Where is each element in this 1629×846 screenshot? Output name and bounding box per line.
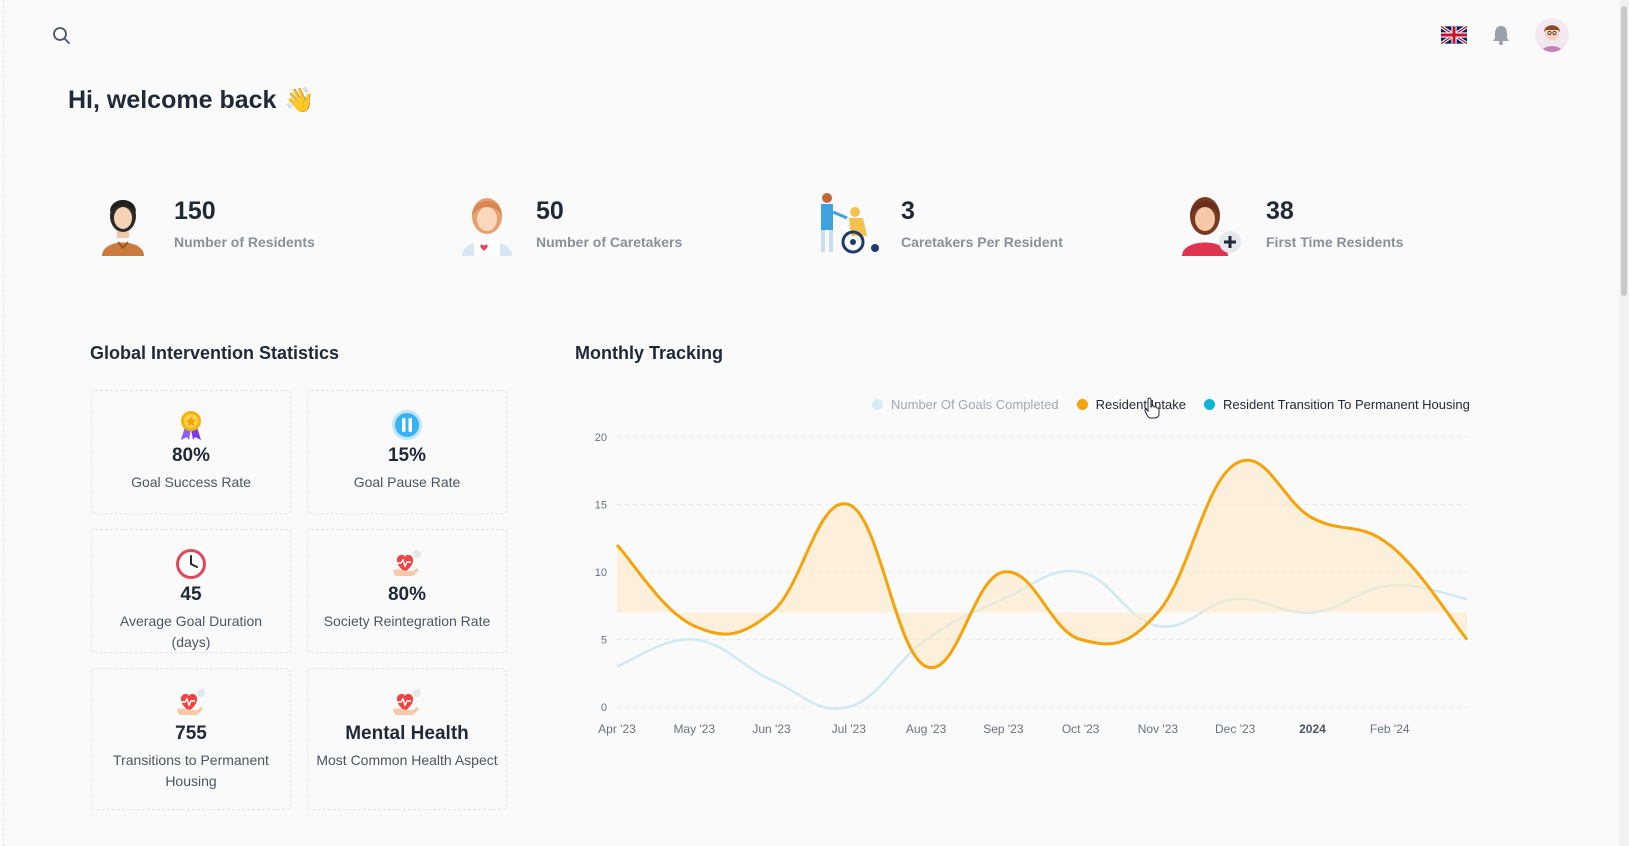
bell-icon[interactable] (1487, 21, 1515, 49)
kpi-label: Average Goal Duration (days) (119, 613, 263, 650)
kpi-value: 45 (180, 584, 202, 605)
uk-flag-icon[interactable] (1440, 24, 1468, 46)
series-area-intake (617, 460, 1467, 668)
resident-woman-icon (98, 190, 160, 256)
monthly-tracking-title: Monthly Tracking (575, 343, 724, 363)
kpi-label: Goal Pause Rate (353, 474, 461, 490)
legend-item-transition[interactable]: Resident Transition To Permanent Housing (1203, 397, 1470, 412)
stat-label: First Time Residents (1266, 234, 1404, 250)
legend-item-intake[interactable]: Resident Intake (1076, 397, 1186, 412)
kpi-card-goal-success: 80% Goal Success Rate (91, 390, 291, 514)
stat-value: 50 (536, 197, 564, 225)
x-tick-label: Jun '23 (752, 722, 791, 736)
kpi-value: 15% (387, 445, 427, 466)
y-tick-label: 5 (601, 635, 607, 647)
avatar[interactable] (1535, 18, 1569, 52)
kpi-card-health-aspect: Mental Health Most Common Health Aspect (307, 668, 507, 810)
page-title: Hi, welcome back 👋 (68, 86, 314, 115)
hand-cursor-icon (1144, 397, 1160, 419)
y-tick-label: 0 (601, 702, 607, 714)
stat-label: Number of Residents (174, 234, 315, 250)
kpi-value: 80% (171, 445, 211, 466)
search-icon[interactable] (52, 26, 72, 46)
kpi-value: 80% (387, 584, 427, 605)
y-tick-label: 15 (595, 500, 607, 512)
heart-hand-icon (175, 687, 207, 719)
legend-dot (1076, 399, 1088, 410)
stat-value: 150 (174, 197, 216, 225)
waving-hand-icon: 👋 (284, 87, 315, 114)
stat-label: Number of Caretakers (536, 234, 683, 250)
legend-label: Resident Intake (1095, 397, 1186, 412)
caretaker-nurse-icon (460, 190, 522, 256)
kpi-value: 755 (175, 723, 207, 744)
y-tick-label: 10 (595, 567, 607, 579)
kpi-card-goal-pause: 15% Goal Pause Rate (307, 390, 507, 514)
legend-dot (872, 399, 883, 410)
scrollbar-thumb[interactable] (1621, 6, 1627, 296)
stat-residents: 150 Number of Residents (98, 190, 315, 256)
chart-legend: Number Of Goals Completed Resident Intak… (872, 397, 1470, 412)
x-tick-label: Sep '23 (983, 722, 1024, 736)
stat-first-time-residents: 38 First Time Residents (1180, 190, 1403, 256)
pause-icon (391, 409, 423, 441)
stat-caretakers: 50 Number of Caretakers (460, 190, 682, 256)
stat-value: 38 (1266, 197, 1294, 225)
kpi-label: Society Reintegration Rate (323, 613, 491, 629)
stat-value: 3 (901, 197, 915, 225)
x-tick-label: Oct '23 (1062, 722, 1100, 736)
new-resident-icon (1180, 190, 1252, 256)
stat-caretakers-per-resident: 3 Caretakers Per Resident (815, 190, 1063, 256)
legend-label: Resident Transition To Permanent Housing (1222, 397, 1470, 412)
sidebar-edge (3, 0, 4, 846)
wheelchair-assist-icon (815, 190, 887, 256)
kpi-card-transitions: 755 Transitions to Permanent Housing (91, 668, 291, 810)
x-tick-label: Nov '23 (1138, 722, 1179, 736)
stat-label: Caretakers Per Resident (901, 234, 1063, 250)
x-tick-label: Jul '23 (832, 722, 867, 736)
medal-icon (175, 409, 207, 441)
x-tick-label: 2024 (1299, 722, 1326, 736)
x-tick-label: Feb '24 (1370, 722, 1410, 736)
legend-label: Number Of Goals Completed (891, 397, 1059, 412)
x-tick-label: Aug '23 (906, 722, 947, 736)
kpi-value: Mental Health (345, 723, 469, 744)
monthly-tracking-chart: 0 5 10 15 20 Apr '23 May '23 Jun '23 Jul '23 Aug … (595, 432, 1469, 736)
clock-icon (175, 548, 207, 580)
x-tick-label: May '23 (673, 722, 715, 736)
heart-hand-icon (391, 548, 423, 580)
kpi-card-society-reintegration: 80% Society Reintegration Rate (307, 529, 507, 653)
x-tick-label: Apr '23 (598, 722, 636, 736)
kpi-label: Goal Success Rate (131, 474, 251, 490)
x-tick-label: Dec '23 (1215, 722, 1256, 736)
scrollbar[interactable] (1619, 0, 1629, 846)
welcome-text: Hi, welcome back (68, 86, 277, 114)
kpi-label: Transitions to Permanent Housing (113, 752, 269, 789)
legend-item-goals[interactable]: Number Of Goals Completed (872, 397, 1059, 412)
kpi-label: Most Common Health Aspect (316, 752, 498, 768)
y-tick-label: 20 (595, 432, 607, 444)
heart-hand-icon (391, 687, 423, 719)
kpi-card-goal-duration: 45 Average Goal Duration (days) (91, 529, 291, 653)
global-stats-title: Global Intervention Statistics (90, 343, 340, 363)
legend-dot (1203, 399, 1215, 410)
